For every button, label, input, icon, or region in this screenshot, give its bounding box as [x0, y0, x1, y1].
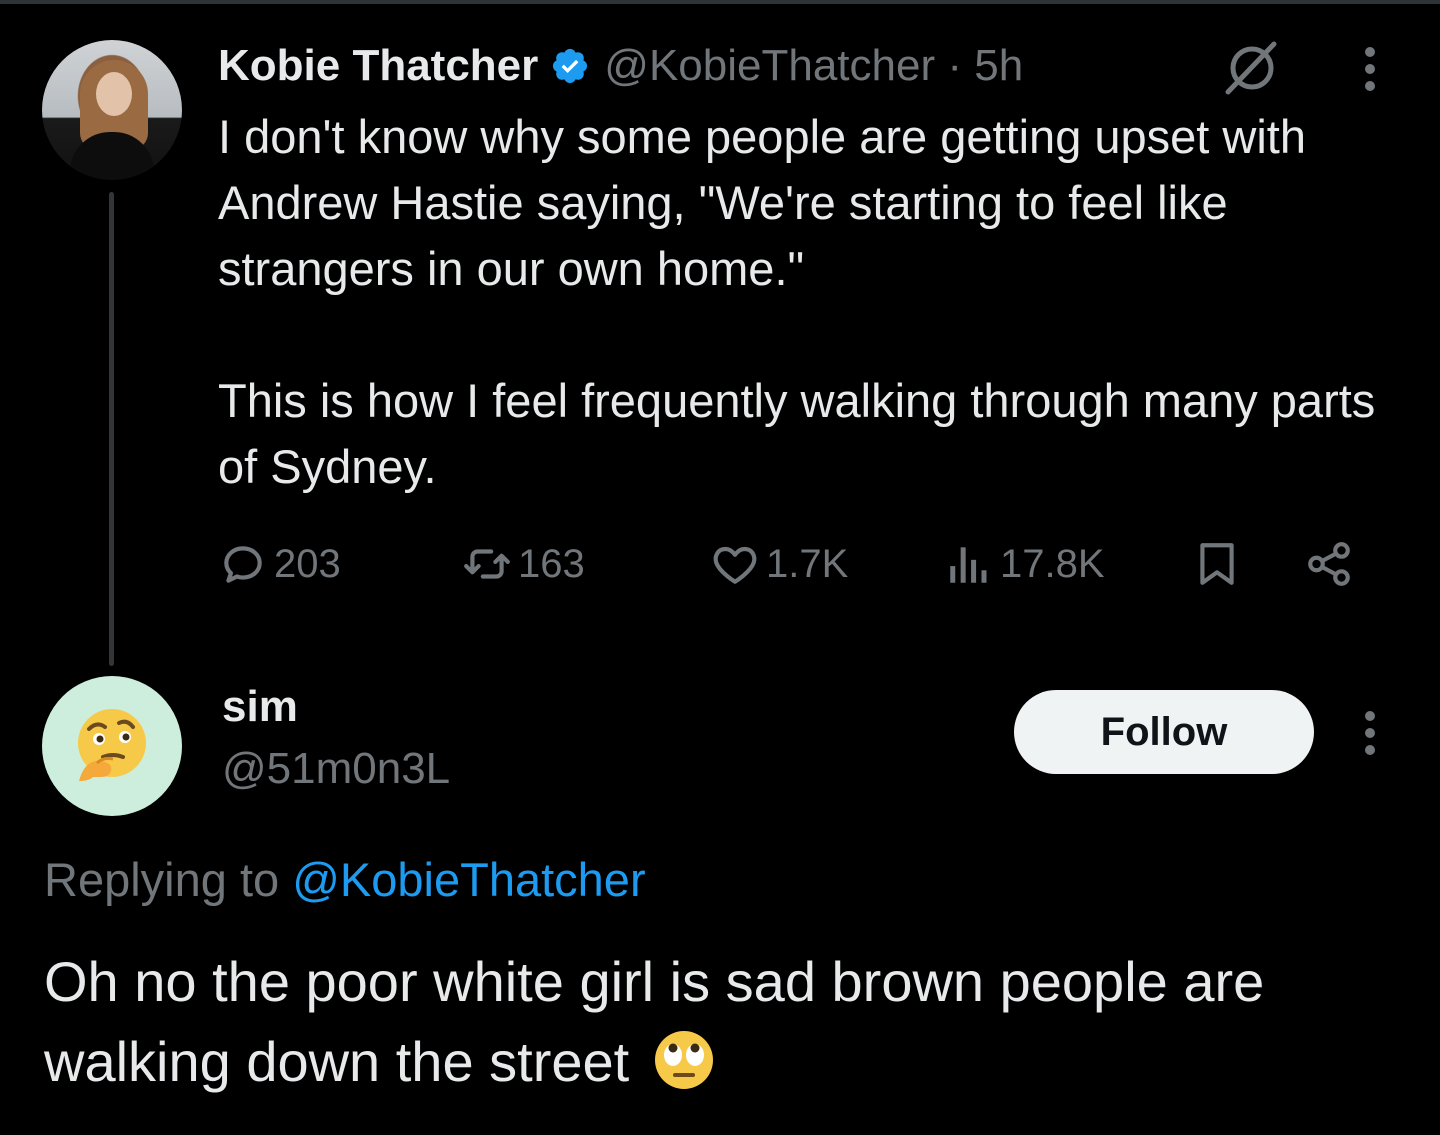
thinking-face-icon — [78, 709, 146, 781]
like-action[interactable]: 1.7K — [710, 532, 848, 596]
thread-line — [109, 192, 114, 666]
verified-badge-icon — [553, 48, 588, 84]
more-options-icon[interactable] — [1352, 44, 1388, 94]
replying-to: Replying to @KobieThatcher — [44, 852, 646, 907]
more-options-icon[interactable] — [1352, 708, 1388, 758]
share-action[interactable] — [1304, 532, 1360, 596]
top-divider — [0, 0, 1440, 4]
avatar-kobie[interactable] — [42, 40, 182, 180]
reply-display-name[interactable]: sim — [222, 682, 298, 732]
tweet-actions: 203 163 1.7K 17.8K — [218, 532, 1368, 596]
bookmark-icon — [1200, 543, 1234, 585]
views-action[interactable]: 17.8K — [944, 532, 1105, 596]
replying-to-mention[interactable]: @KobieThatcher — [292, 853, 645, 906]
tweet-paragraph: This is how I feel frequently walking th… — [218, 374, 1376, 493]
like-count: 1.7K — [766, 541, 849, 586]
avatar-sim[interactable] — [42, 676, 182, 816]
reply-handle[interactable]: @51m0n3L — [222, 744, 450, 794]
rolling-eyes-icon — [654, 1031, 713, 1089]
heart-icon — [713, 546, 757, 584]
author-display-name[interactable]: Kobie Thatcher — [218, 41, 538, 91]
reply-icon — [224, 546, 262, 583]
bookmark-action[interactable] — [1192, 532, 1248, 596]
tweet-body: I don't know why some people are getting… — [218, 104, 1398, 500]
views-count: 17.8K — [1000, 541, 1105, 586]
repost-count: 163 — [518, 541, 585, 586]
reply-count: 203 — [274, 541, 341, 586]
share-icon — [1308, 542, 1350, 586]
repost-icon — [464, 549, 510, 579]
reply-body: Oh no the poor white girl is sad brown p… — [44, 942, 1414, 1102]
grok-icon[interactable] — [1222, 38, 1282, 98]
reply-action[interactable]: 203 — [218, 532, 341, 596]
author-handle-time[interactable]: @KobieThatcher · 5h — [604, 41, 1023, 91]
tweet-paragraph: I don't know why some people are getting… — [218, 110, 1306, 295]
tweet-header: Kobie Thatcher @KobieThatcher · 5h — [218, 36, 1023, 96]
views-icon — [950, 547, 987, 583]
repost-action[interactable]: 163 — [462, 532, 585, 596]
replying-to-label: Replying to — [44, 853, 293, 906]
follow-button[interactable]: Follow — [1014, 690, 1314, 774]
